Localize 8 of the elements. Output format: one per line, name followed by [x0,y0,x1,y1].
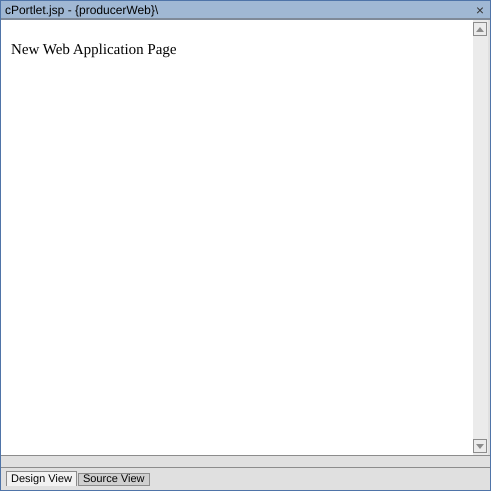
page-heading: New Web Application Page [11,42,177,58]
scroll-up-icon[interactable] [473,22,487,36]
close-button[interactable]: × [476,2,484,16]
scroll-down-icon[interactable] [473,439,487,453]
view-tab[interactable]: Source View [78,473,150,486]
vertical-scrollbar[interactable] [473,20,488,455]
window-title: cPortlet.jsp - {producerWeb}\ [5,4,158,16]
view-tab[interactable]: Design View [6,471,77,486]
